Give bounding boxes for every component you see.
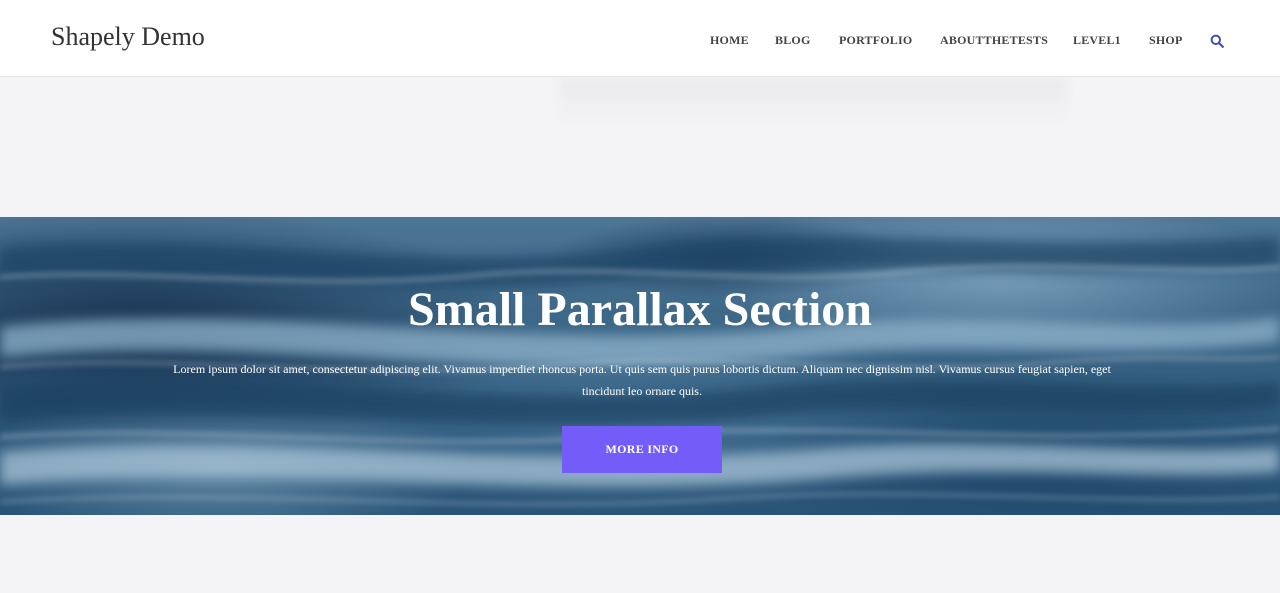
parallax-title: Small Parallax Section bbox=[408, 283, 872, 336]
dropdown-shadow bbox=[558, 77, 1068, 132]
main-navigation: HOME BLOG PORTFOLIO ABOUTTHETESTS LEVEL1… bbox=[0, 33, 1280, 49]
search-icon[interactable] bbox=[1210, 34, 1224, 48]
nav-item-aboutthetests[interactable]: ABOUTTHETESTS bbox=[940, 33, 1048, 48]
parallax-section: Small Parallax Section Lorem ipsum dolor… bbox=[0, 217, 1280, 515]
nav-item-blog[interactable]: BLOG bbox=[775, 33, 810, 48]
site-header: Shapely Demo HOME BLOG PORTFOLIO ABOUTTH… bbox=[0, 0, 1280, 77]
nav-item-shop[interactable]: SHOP bbox=[1149, 33, 1182, 48]
more-info-button[interactable]: MORE INFO bbox=[562, 426, 722, 473]
nav-item-home[interactable]: HOME bbox=[710, 33, 749, 48]
parallax-description: Lorem ipsum dolor sit amet, consectetur … bbox=[173, 362, 1111, 398]
nav-item-level1[interactable]: LEVEL1 bbox=[1073, 33, 1121, 48]
nav-item-portfolio[interactable]: PORTFOLIO bbox=[839, 33, 912, 48]
